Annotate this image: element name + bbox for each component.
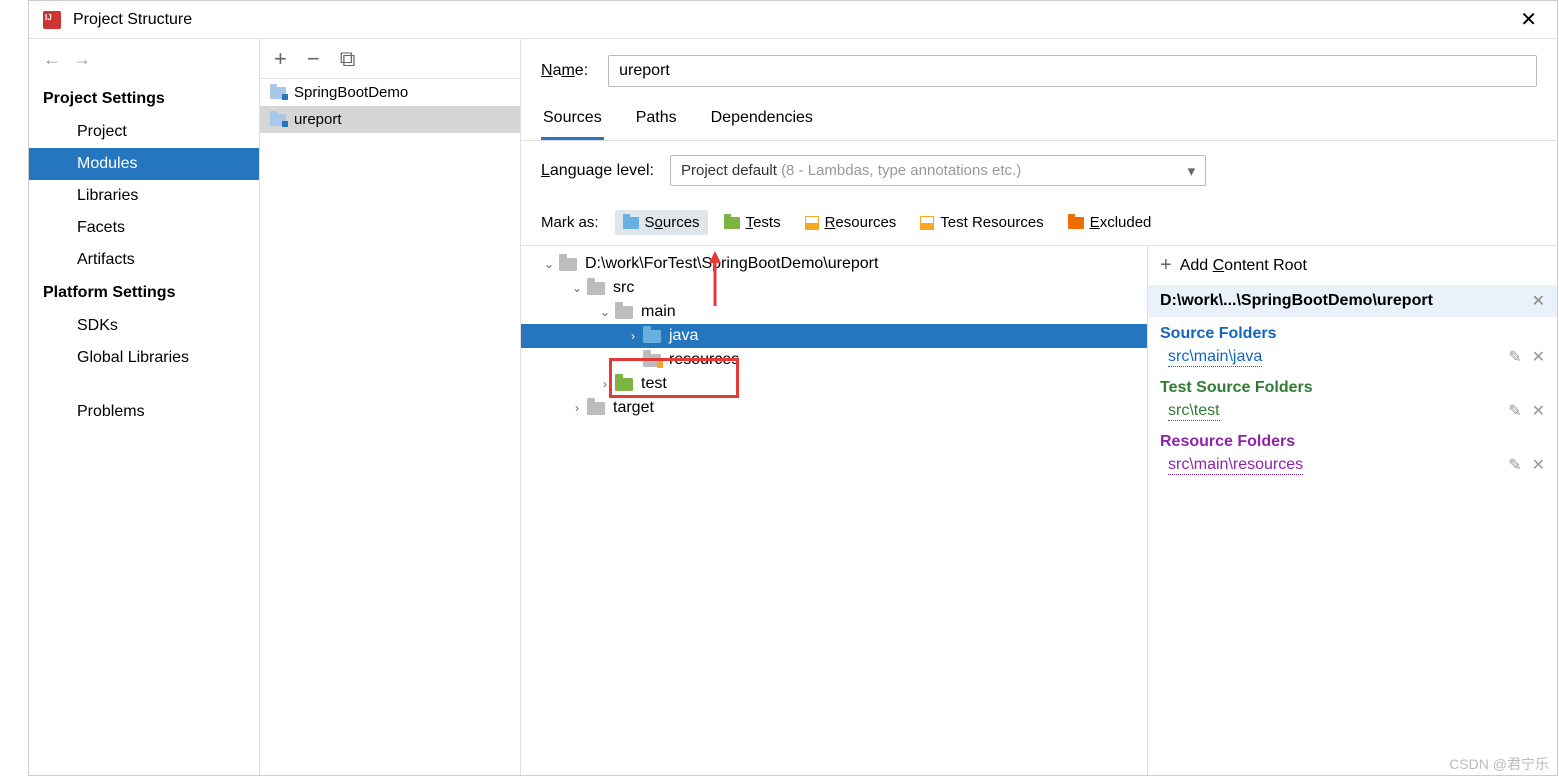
source-folders-heading: Source Folders <box>1148 317 1557 343</box>
remove-content-root-icon[interactable]: ✕ <box>1532 291 1545 311</box>
language-level-select[interactable]: Project default (8 - Lambdas, type annot… <box>670 155 1206 186</box>
remove-icon[interactable]: ✕ <box>1532 455 1545 475</box>
module-folder-icon <box>270 87 286 99</box>
module-item-springbootdemo[interactable]: SpringBootDemo <box>260 79 520 106</box>
folder-icon <box>559 258 577 271</box>
add-content-root-label[interactable]: Add Content Root <box>1180 257 1307 275</box>
close-icon[interactable]: ✕ <box>1508 3 1549 36</box>
remove-module-icon[interactable]: − <box>307 46 320 72</box>
test-source-folders-heading: Test Source Folders <box>1148 371 1557 397</box>
sources-folder-icon <box>623 217 639 229</box>
name-label: Name: <box>541 62 588 80</box>
tab-paths[interactable]: Paths <box>634 99 679 140</box>
tests-folder-icon <box>724 217 740 229</box>
folder-icon <box>615 306 633 319</box>
source-folder-item[interactable]: src\main\java ✎✕ <box>1148 343 1557 371</box>
mark-as-label: Mark as: <box>541 214 599 231</box>
content-root-path[interactable]: D:\work\...\SpringBootDemo\ureport ✕ <box>1148 285 1557 317</box>
add-content-root-icon[interactable]: + <box>1160 254 1172 277</box>
chevron-down-icon: ⌄ <box>597 305 613 319</box>
tree-test[interactable]: ›test <box>521 372 1147 396</box>
sidebar-item-sdks[interactable]: SDKs <box>29 310 259 342</box>
resources-folder-icon <box>805 216 819 230</box>
sidebar-item-facets[interactable]: Facets <box>29 212 259 244</box>
resources-folder-icon <box>643 354 661 367</box>
language-level-label: Language level: <box>541 162 654 180</box>
window-title: Project Structure <box>73 11 192 29</box>
folder-icon <box>587 402 605 415</box>
mark-tests-button[interactable]: Tests <box>716 210 789 235</box>
chevron-down-icon: ⌄ <box>541 257 557 271</box>
sidebar-item-artifacts[interactable]: Artifacts <box>29 244 259 276</box>
sidebar-item-libraries[interactable]: Libraries <box>29 180 259 212</box>
sources-folder-icon <box>643 330 661 343</box>
tests-folder-icon <box>615 378 633 391</box>
name-input[interactable] <box>608 55 1537 87</box>
sidebar-item-global-libraries[interactable]: Global Libraries <box>29 342 259 374</box>
edit-icon[interactable]: ✎ <box>1508 455 1521 475</box>
platform-settings-heading: Platform Settings <box>29 276 259 310</box>
nav-forward-icon[interactable]: → <box>73 49 91 70</box>
mark-test-resources-button[interactable]: Test Resources <box>912 210 1051 235</box>
test-resources-folder-icon <box>920 216 934 230</box>
tree-java[interactable]: ›java <box>521 324 1147 348</box>
chevron-right-icon: › <box>569 401 585 415</box>
lang-value: Project default <box>681 162 781 179</box>
module-item-ureport[interactable]: ureport <box>260 106 520 133</box>
folder-icon <box>587 282 605 295</box>
chevron-down-icon: ⌄ <box>569 281 585 295</box>
tree-resources[interactable]: resources <box>521 348 1147 372</box>
lang-hint: (8 - Lambdas, type annotations etc.) <box>781 162 1021 179</box>
tree-src[interactable]: ⌄src <box>521 276 1147 300</box>
module-folder-icon <box>270 114 286 126</box>
tree-target[interactable]: ›target <box>521 396 1147 420</box>
chevron-right-icon: › <box>625 329 641 343</box>
copy-module-icon[interactable]: ⧉ <box>340 46 356 72</box>
mark-resources-button[interactable]: Resources <box>797 210 905 235</box>
tree-main[interactable]: ⌄main <box>521 300 1147 324</box>
excluded-folder-icon <box>1068 217 1084 229</box>
chevron-right-icon: › <box>597 377 613 391</box>
edit-icon[interactable]: ✎ <box>1508 347 1521 367</box>
tab-dependencies[interactable]: Dependencies <box>709 99 815 140</box>
app-icon <box>43 11 61 29</box>
remove-icon[interactable]: ✕ <box>1532 347 1545 367</box>
mark-excluded-button[interactable]: Excluded <box>1060 210 1160 235</box>
remove-icon[interactable]: ✕ <box>1532 401 1545 421</box>
mark-sources-button[interactable]: Sources <box>615 210 708 235</box>
resource-folders-heading: Resource Folders <box>1148 425 1557 451</box>
project-settings-heading: Project Settings <box>29 82 259 116</box>
sidebar-item-project[interactable]: Project <box>29 116 259 148</box>
sidebar-item-modules[interactable]: Modules <box>29 148 259 180</box>
resource-folder-item[interactable]: src\main\resources ✎✕ <box>1148 451 1557 479</box>
watermark: CSDN @君宁乐 <box>1449 754 1549 774</box>
module-label: SpringBootDemo <box>294 84 408 101</box>
module-label: ureport <box>294 111 342 128</box>
edit-icon[interactable]: ✎ <box>1508 401 1521 421</box>
tab-sources[interactable]: Sources <box>541 99 604 140</box>
test-source-folder-item[interactable]: src\test ✎✕ <box>1148 397 1557 425</box>
sidebar-item-problems[interactable]: Problems <box>29 396 259 428</box>
tree-root[interactable]: ⌄D:\work\ForTest\SpringBootDemo\ureport <box>521 252 1147 276</box>
nav-back-icon[interactable]: ← <box>43 49 61 70</box>
add-module-icon[interactable]: + <box>274 46 287 72</box>
